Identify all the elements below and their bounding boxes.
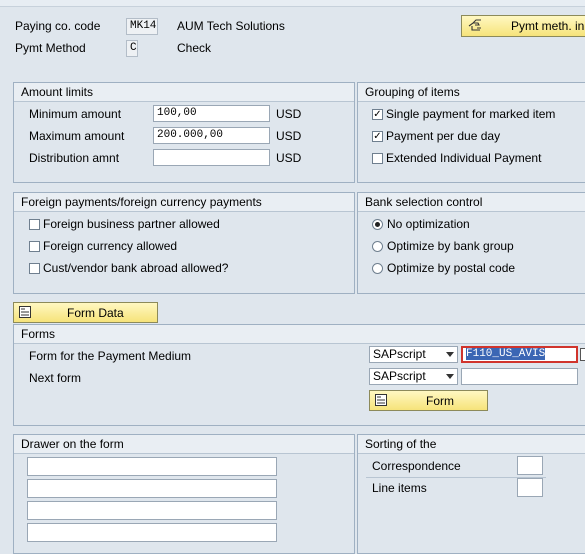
- maximum-amount-field[interactable]: 200.000,00: [153, 127, 270, 144]
- drawer-line-3[interactable]: [27, 501, 277, 520]
- next-form-field[interactable]: [461, 368, 578, 385]
- bank-selection-title: Bank selection control: [358, 193, 585, 212]
- no-optimization-radio[interactable]: [372, 219, 383, 230]
- drawer-line-1[interactable]: [27, 457, 277, 476]
- top-strip: [0, 0, 585, 7]
- form-data-label: Form Data: [67, 306, 124, 320]
- distribution-amount-label: Distribution amnt: [29, 151, 120, 165]
- minimum-amount-currency: USD: [276, 107, 302, 121]
- payment-medium-form-value: F110_US_AVIS: [466, 348, 546, 360]
- payment-medium-type-value: SAPscript: [373, 347, 426, 361]
- pymt-method-label: Pymt Method: [15, 41, 86, 55]
- next-form-type-dropdown[interactable]: SAPscript: [369, 368, 458, 385]
- foreign-business-partner-checkbox[interactable]: [29, 219, 40, 230]
- maximum-amount-label: Maximum amount: [29, 129, 125, 143]
- bank-abroad-checkbox[interactable]: [29, 263, 40, 274]
- pymt-meth-in-button[interactable]: Pymt meth. in: [461, 15, 585, 37]
- correspondence-label: Correspondence: [372, 459, 461, 473]
- no-optimization-label: No optimization: [387, 217, 470, 231]
- chevron-down-icon: [446, 352, 454, 357]
- optimize-postal-code-radio[interactable]: [372, 263, 383, 274]
- pymt-method-field[interactable]: C: [126, 40, 138, 57]
- pymt-meth-in-label: Pymt meth. in: [511, 19, 585, 33]
- forms-title: Forms: [14, 325, 585, 344]
- payment-medium-form-label: Form for the Payment Medium: [29, 349, 192, 363]
- hand-icon: [468, 17, 484, 39]
- form-icon: [18, 305, 32, 324]
- pymt-method-desc: Check: [177, 41, 212, 55]
- foreign-business-partner-label: Foreign business partner allowed: [43, 217, 220, 231]
- drawer-line-2[interactable]: [27, 479, 277, 498]
- value-help-icon[interactable]: [580, 348, 585, 361]
- optimize-postal-code-label: Optimize by postal code: [387, 261, 516, 275]
- line-items-field[interactable]: [517, 478, 543, 497]
- optimize-bank-group-radio[interactable]: [372, 241, 383, 252]
- company-name: AUM Tech Solutions: [177, 19, 285, 33]
- payment-per-due-day-label: Payment per due day: [386, 129, 501, 143]
- payment-per-due-day-checkbox[interactable]: ✓: [372, 131, 383, 142]
- foreign-payments-title: Foreign payments/foreign currency paymen…: [14, 193, 354, 212]
- amount-limits-title: Amount limits: [14, 83, 354, 102]
- next-form-type-value: SAPscript: [373, 369, 426, 383]
- minimum-amount-field[interactable]: 100,00: [153, 105, 270, 122]
- optimize-bank-group-label: Optimize by bank group: [387, 239, 514, 253]
- extended-individual-payment-checkbox[interactable]: [372, 153, 383, 164]
- chevron-down-icon: [446, 374, 454, 379]
- distribution-amount-field[interactable]: [153, 149, 270, 166]
- foreign-currency-checkbox[interactable]: [29, 241, 40, 252]
- line-items-label: Line items: [372, 481, 427, 495]
- correspondence-field[interactable]: [517, 456, 543, 475]
- maximum-amount-currency: USD: [276, 129, 302, 143]
- single-payment-label: Single payment for marked item: [386, 107, 556, 121]
- form-button[interactable]: Form: [369, 390, 488, 411]
- minimum-amount-label: Minimum amount: [29, 107, 122, 121]
- paying-co-code-label: Paying co. code: [15, 19, 101, 33]
- paying-co-code-field[interactable]: MK14: [126, 18, 158, 35]
- grouping-title: Grouping of items: [358, 83, 585, 102]
- form-icon: [374, 393, 388, 412]
- single-payment-checkbox[interactable]: ✓: [372, 109, 383, 120]
- form-button-label: Form: [426, 394, 454, 408]
- next-form-label: Next form: [29, 371, 82, 385]
- extended-individual-payment-label: Extended Individual Payment: [386, 151, 542, 165]
- sorting-title: Sorting of the: [358, 435, 585, 454]
- distribution-amount-currency: USD: [276, 151, 302, 165]
- drawer-line-4[interactable]: [27, 523, 277, 542]
- payment-medium-type-dropdown[interactable]: SAPscript: [369, 346, 458, 363]
- drawer-title: Drawer on the form: [14, 435, 354, 454]
- bank-abroad-label: Cust/vendor bank abroad allowed?: [43, 261, 229, 275]
- payment-medium-form-field[interactable]: F110_US_AVIS: [461, 346, 578, 363]
- form-data-button[interactable]: Form Data: [13, 302, 158, 323]
- foreign-currency-label: Foreign currency allowed: [43, 239, 178, 253]
